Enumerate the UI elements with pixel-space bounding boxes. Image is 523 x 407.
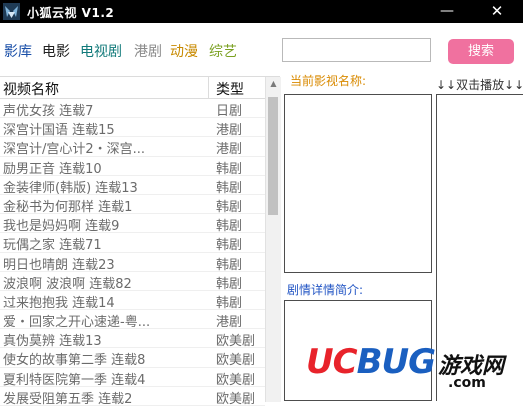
video-name: 深宫计国语 连载15 (3, 123, 115, 139)
list-item[interactable]: 过来抱抱我 连载14 韩剧 (0, 291, 265, 311)
list-item[interactable]: 深宫计/宫心计2・深宫... 港剧 (0, 137, 265, 158)
triangle-up-icon[interactable]: ▲ (266, 79, 281, 93)
column-header-name[interactable]: 视频名称 (3, 79, 59, 99)
column-divider (208, 77, 209, 98)
video-name: 明日也晴朗 连载23 (3, 257, 115, 273)
list-item[interactable]: 深宫计国语 连载15 港剧 (0, 118, 265, 139)
list-item[interactable]: 夏利特医院第一季 连载4 欧美剧 (0, 368, 265, 388)
list-item[interactable]: 我也是妈妈啊 连载9 韩剧 (0, 214, 265, 235)
current-title-label: 当前影视名称: (290, 74, 367, 88)
video-name: 爱・回家之开心速递-粤... (3, 315, 151, 331)
video-list: 视频名称 类型 声优女孩 连载7 日剧 深宫计国语 连载15 港剧 深宫计/宫心计2… (0, 76, 281, 407)
video-name: 声优女孩 连载7 (3, 104, 94, 119)
video-type: 港剧 (216, 142, 243, 158)
watermark-com-text: .com (448, 375, 486, 391)
video-type: 韩剧 (216, 219, 243, 235)
column-header-type[interactable]: 类型 (216, 79, 244, 99)
window-title: 小狐云视 V1.2 (27, 6, 115, 20)
nav-item-hk-drama[interactable]: 港剧 (134, 41, 162, 61)
video-type: 韩剧 (216, 295, 243, 311)
video-name: 我也是妈妈啊 连载9 (3, 219, 120, 235)
title-bar: 小狐云视 V1.2 — ✕ (0, 0, 523, 23)
video-type: 韩剧 (216, 161, 243, 177)
video-type: 韩剧 (216, 199, 243, 215)
video-name: 玩偶之家 连载71 (3, 238, 102, 254)
video-type: 韩剧 (216, 180, 243, 196)
video-type: 欧美剧 (216, 353, 256, 369)
list-item[interactable]: 励男正音 连载10 韩剧 (0, 157, 265, 177)
list-item[interactable]: 明日也晴朗 连载23 韩剧 (0, 253, 265, 273)
nav-item-library[interactable]: 影库 (4, 41, 32, 61)
list-item[interactable]: 真伪莫辨 连载13 欧美剧 (0, 329, 265, 350)
video-name: 金装律师(韩版) 连载13 (3, 180, 138, 196)
search-input[interactable] (282, 38, 431, 62)
nav-item-tv-series[interactable]: 电视剧 (80, 41, 122, 61)
video-name: 励男正音 连载10 (3, 161, 102, 177)
fox-logo-icon (3, 3, 20, 20)
scrollbar-thumb[interactable] (268, 97, 278, 215)
video-type: 欧美剧 (216, 391, 256, 407)
video-type: 港剧 (216, 315, 243, 331)
video-name: 发展受阻第五季 连载2 (3, 391, 133, 407)
close-button[interactable]: ✕ (482, 0, 512, 23)
list-item[interactable]: 声优女孩 连载7 日剧 (0, 99, 265, 119)
video-name: 夏利特医院第一季 连载4 (3, 372, 146, 388)
video-name: 深宫计/宫心计2・深宫... (3, 142, 146, 158)
video-type: 欧美剧 (216, 372, 256, 388)
list-header: 视频名称 类型 (0, 77, 265, 99)
video-type: 韩剧 (216, 238, 243, 254)
nav-item-variety[interactable]: 综艺 (209, 41, 237, 61)
current-title-box (284, 94, 432, 273)
video-type: 韩剧 (216, 257, 243, 273)
plot-summary-label: 剧情详情简介: (287, 283, 364, 297)
play-hint-label: ↓↓双击播放↓↓ (436, 78, 523, 92)
list-rows: 声优女孩 连载7 日剧 深宫计国语 连载15 港剧 深宫计/宫心计2・深宫... 港剧… (0, 99, 265, 407)
video-name: 过来抱抱我 连载14 (3, 295, 115, 311)
video-name: 波浪啊 波浪啊 连载82 (3, 276, 132, 292)
nav-item-anime[interactable]: 动漫 (170, 41, 198, 61)
video-name: 金秘书为何那样 连载1 (3, 199, 133, 215)
list-item[interactable]: 金秘书为何那样 连载1 韩剧 (0, 195, 265, 215)
watermark-logo-uc: UC (306, 342, 358, 382)
watermark-logo: UCBUG (306, 342, 436, 382)
video-type: 欧美剧 (216, 334, 256, 350)
list-item[interactable]: 金装律师(韩版) 连载13 韩剧 (0, 176, 265, 196)
list-item[interactable]: 使女的故事第二季 连载8 欧美剧 (0, 348, 265, 369)
list-item[interactable]: 波浪啊 波浪啊 连载82 韩剧 (0, 272, 265, 292)
video-type: 日剧 (216, 104, 243, 119)
list-item[interactable]: 玩偶之家 连载71 韩剧 (0, 233, 265, 254)
list-item[interactable]: 发展受阻第五季 连载2 欧美剧 (0, 387, 265, 407)
nav-item-movies[interactable]: 电影 (42, 41, 70, 61)
search-button[interactable]: 搜索 (448, 39, 514, 64)
list-scrollbar[interactable]: ▲ (265, 77, 281, 402)
video-type: 韩剧 (216, 276, 243, 292)
watermark-logo-bug: BUG (356, 342, 436, 382)
list-item[interactable]: 爱・回家之开心速递-粤... 港剧 (0, 310, 265, 331)
video-type: 港剧 (216, 123, 243, 139)
minimize-button[interactable]: — (432, 0, 462, 23)
video-name: 使女的故事第二季 连载8 (3, 353, 146, 369)
video-name: 真伪莫辨 连载13 (3, 334, 102, 350)
